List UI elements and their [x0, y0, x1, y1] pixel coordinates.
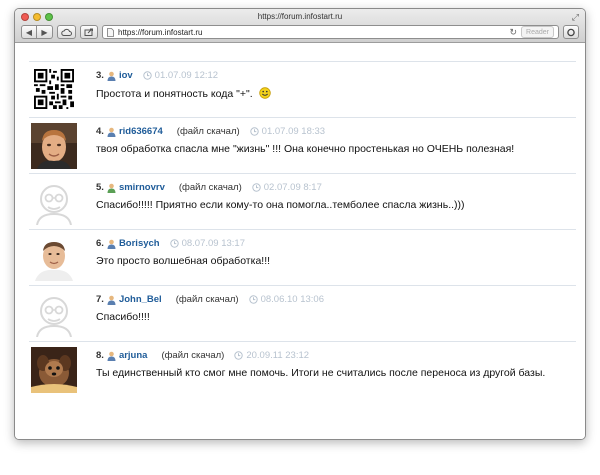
post-text: Спасибо!!!! [96, 311, 150, 323]
back-button[interactable]: ◀ [21, 25, 37, 39]
username-link[interactable]: arjuna [119, 350, 148, 361]
forum-post: 7. John_Bel (файл скачал) 08.06.10 13:06… [29, 285, 576, 341]
user-icon [107, 295, 116, 305]
downloads-button[interactable] [563, 25, 579, 39]
title-bar: https://forum.infostart.ru ⤢ ◀ ▶ ↻ Reade… [15, 9, 585, 43]
smiley-icon [258, 87, 271, 99]
toolbar: ◀ ▶ ↻ Reader [21, 24, 579, 40]
post-header: 5. smirnovrv (файл скачал) 02.07.09 8:17 [96, 182, 322, 193]
file-downloaded-label: (файл скачал) [175, 294, 239, 305]
url-input[interactable] [118, 27, 506, 37]
user-icon [107, 239, 116, 249]
default-avatar [31, 291, 77, 337]
post-text: Спасибо!!!!! Приятно если кому-то она по… [96, 199, 465, 211]
clock-icon [169, 239, 179, 248]
post-number: 4. [96, 126, 104, 137]
post-number: 6. [96, 238, 104, 249]
user-icon [107, 71, 116, 81]
clock-icon [248, 295, 258, 304]
post-date: 02.07.09 8:17 [263, 182, 322, 193]
user-photo-avatar [31, 123, 77, 169]
post-header: 6. Borisych 08.07.09 13:17 [96, 238, 245, 249]
post-date: 01.07.09 12:12 [154, 70, 219, 81]
file-downloaded-label: (файл скачал) [161, 350, 225, 361]
username-link[interactable]: rid636674 [119, 126, 163, 137]
cloud-icon [61, 28, 72, 36]
share-button[interactable] [80, 25, 98, 39]
post-text: твоя обработка спасла мне "жизнь" !!! Он… [96, 143, 515, 155]
forward-arrow-icon: ▶ [41, 27, 48, 37]
share-icon [84, 28, 93, 36]
post-date: 01.07.09 18:33 [261, 126, 326, 137]
clock-icon [234, 351, 244, 360]
reader-button[interactable]: Reader [521, 26, 554, 38]
post-number: 3. [96, 70, 104, 81]
back-arrow-icon: ◀ [25, 27, 33, 37]
username-link[interactable]: John_Bel [119, 294, 162, 305]
post-number: 5. [96, 182, 104, 193]
default-avatar [31, 179, 77, 225]
post-text: Это просто волшебная обработка!!! [96, 255, 271, 267]
forum-post: 6. Borisych 08.07.09 13:17 Это просто во… [29, 229, 576, 285]
username-link[interactable]: iov [119, 70, 133, 81]
page-content: 3. iov 01.07.09 12:12 Простота и понятно… [15, 43, 585, 439]
user-photo-avatar [31, 235, 77, 281]
username-link[interactable]: Borisych [119, 238, 160, 249]
clock-icon [249, 127, 259, 136]
fullscreen-icon[interactable]: ⤢ [572, 12, 579, 23]
reload-icon[interactable]: ↻ [509, 27, 517, 38]
post-text: Простота и понятность кода "+". [96, 87, 271, 100]
post-header: 7. John_Bel (файл скачал) 08.06.10 13:06 [96, 294, 324, 305]
post-date: 20.09.11 23:12 [246, 350, 310, 361]
clock-icon [252, 183, 261, 192]
forward-button[interactable]: ▶ [37, 25, 53, 39]
post-number: 7. [96, 294, 104, 305]
post-date: 08.06.10 13:06 [260, 294, 324, 305]
user-icon [107, 127, 116, 137]
address-bar[interactable]: ↻ Reader [102, 25, 559, 39]
forum-post: 8. arjuna (файл скачал) 20.09.11 23:12 Т… [29, 341, 576, 397]
file-downloaded-label: (файл скачал) [176, 126, 240, 137]
post-text-content: Простота и понятность кода "+". [96, 88, 253, 100]
user-photo-avatar [31, 347, 77, 393]
user-icon [107, 351, 116, 361]
post-text: Ты единственный кто смог мне помочь. Ито… [96, 367, 546, 379]
page-icon [107, 27, 114, 37]
icloud-button[interactable] [57, 25, 76, 39]
forum-post: 4. rid636674 (файл скачал) 01.07.09 18:3… [29, 117, 576, 173]
post-header: 3. iov 01.07.09 12:12 [96, 70, 218, 81]
nav-buttons: ◀ ▶ [21, 25, 53, 39]
post-date: 08.07.09 13:17 [181, 238, 245, 249]
forum-post: 5. smirnovrv (файл скачал) 02.07.09 8:17… [29, 173, 576, 229]
clock-icon [142, 71, 152, 80]
forum-post: 3. iov 01.07.09 12:12 Простота и понятно… [29, 61, 576, 117]
window-title: https://forum.infostart.ru [257, 12, 343, 21]
qr-code-avatar [34, 69, 74, 109]
downloads-icon [567, 28, 575, 36]
post-number: 8. [96, 350, 104, 361]
file-downloaded-label: (файл скачал) [178, 182, 242, 193]
post-header: 8. arjuna (файл скачал) 20.09.11 23:12 [96, 350, 309, 361]
username-link[interactable]: smirnovrv [119, 182, 165, 193]
user-icon [107, 183, 116, 193]
browser-window: https://forum.infostart.ru ⤢ ◀ ▶ ↻ Reade… [14, 8, 586, 440]
post-header: 4. rid636674 (файл скачал) 01.07.09 18:3… [96, 126, 325, 137]
